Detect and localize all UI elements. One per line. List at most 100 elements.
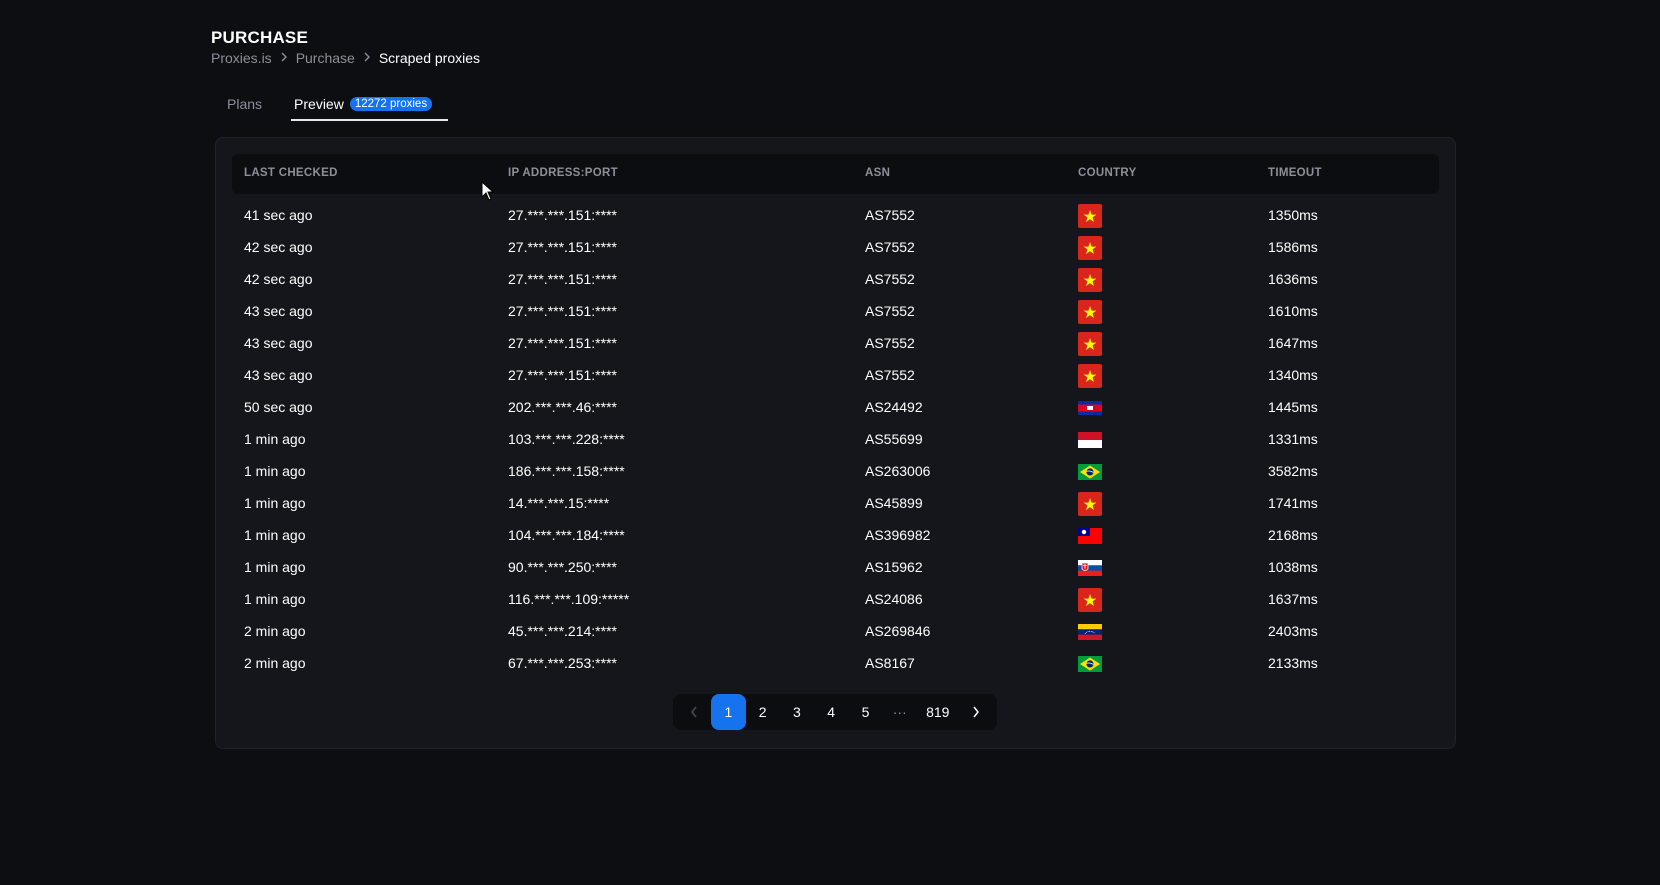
page-button-last[interactable]: 819 (917, 694, 959, 730)
column-header-timeout: TIMEOUT (1268, 167, 1322, 179)
cell-ip-address: 14.***.***.15:**** (508, 495, 610, 511)
cell-ip-address: 116.***.***.109:***** (508, 591, 630, 607)
cell-asn: AS8167 (865, 655, 915, 671)
chevron-left-icon[interactable] (677, 694, 711, 730)
cell-last-checked: 42 sec ago (244, 271, 313, 287)
cell-asn: AS7552 (865, 207, 915, 223)
cell-ip-address: 45.***.***.214:**** (508, 623, 617, 639)
cell-ip-address: 202.***.***.46:**** (508, 399, 617, 415)
column-header-asn: ASN (865, 167, 891, 179)
chevron-right-icon[interactable] (959, 694, 993, 730)
table-row: 1 min ago 116.***.***.109:***** AS24086 163… (232, 584, 1439, 616)
venezuela-flag-icon (1078, 620, 1102, 644)
vietnam-flag-icon (1078, 268, 1102, 292)
slovakia-flag-icon (1078, 556, 1102, 580)
cell-asn: AS24492 (865, 399, 923, 415)
cell-asn: AS24086 (865, 591, 923, 607)
table-row: 1 min ago 103.***.***.228:**** AS55699 1331… (232, 424, 1439, 456)
cell-last-checked: 1 min ago (244, 591, 306, 607)
vietnam-flag-icon (1078, 332, 1102, 356)
cell-asn: AS7552 (865, 367, 915, 383)
page-header: PURCHASE Proxies.is Purchase Scraped pro… (211, 28, 480, 66)
cell-asn: AS269846 (865, 623, 931, 639)
table-row: 2 min ago 67.***.***.253:**** AS8167 2133ms (232, 648, 1439, 680)
cell-ip-address: 104.***.***.184:**** (508, 527, 625, 543)
vietnam-flag-icon (1078, 364, 1102, 388)
cell-ip-address: 103.***.***.228:**** (508, 431, 625, 447)
page-ellipsis: ··· (892, 704, 907, 720)
cell-last-checked: 1 min ago (244, 431, 306, 447)
breadcrumb-item-home[interactable]: Proxies.is (211, 50, 272, 66)
chevron-right-icon (280, 51, 288, 65)
taiwan-flag-icon (1078, 524, 1102, 548)
tab-bar: Plans Preview 12272 proxies (211, 94, 449, 121)
column-header-ip-address: IP ADDRESS:PORT (508, 167, 618, 179)
page-button-5[interactable]: 5 (848, 694, 882, 730)
tab-plans-label: Plans (227, 96, 263, 112)
proxy-table-card: LAST CHECKED IP ADDRESS:PORT ASN COUNTRY… (215, 137, 1456, 749)
cell-last-checked: 50 sec ago (244, 399, 313, 415)
cell-last-checked: 1 min ago (244, 495, 306, 511)
breadcrumb: Proxies.is Purchase Scraped proxies (211, 50, 480, 66)
vietnam-flag-icon (1078, 300, 1102, 324)
table-header: LAST CHECKED IP ADDRESS:PORT ASN COUNTRY… (232, 154, 1439, 194)
column-header-last-checked: LAST CHECKED (244, 167, 338, 179)
brazil-flag-icon (1078, 460, 1102, 484)
cell-ip-address: 27.***.***.151:**** (508, 271, 617, 287)
cell-timeout: 1636ms (1268, 271, 1318, 287)
table-row: 43 sec ago 27.***.***.151:**** AS7552 1647m… (232, 328, 1439, 360)
breadcrumb-item-purchase[interactable]: Purchase (296, 50, 355, 66)
cell-timeout: 1340ms (1268, 367, 1318, 383)
page-title: PURCHASE (211, 28, 309, 47)
cell-asn: AS396982 (865, 527, 931, 543)
tab-plans[interactable]: Plans (211, 94, 278, 121)
pagination: 1 2 3 4 5 ··· 819 (673, 694, 997, 730)
cell-last-checked: 2 min ago (244, 623, 306, 639)
table-row: 1 min ago 104.***.***.184:**** AS396982 216… (232, 520, 1439, 552)
vietnam-flag-icon (1078, 236, 1102, 260)
cell-ip-address: 27.***.***.151:**** (508, 239, 617, 255)
page-button-3[interactable]: 3 (780, 694, 814, 730)
cell-last-checked: 1 min ago (244, 463, 306, 479)
vietnam-flag-icon (1078, 492, 1102, 516)
cell-ip-address: 186.***.***.158:**** (508, 463, 625, 479)
vietnam-flag-icon (1078, 204, 1102, 228)
cell-last-checked: 43 sec ago (244, 335, 313, 351)
cell-timeout: 3582ms (1268, 463, 1318, 479)
cell-timeout: 1445ms (1268, 399, 1318, 415)
cell-asn: AS7552 (865, 335, 915, 351)
cell-ip-address: 90.***.***.250:**** (508, 559, 617, 575)
cell-ip-address: 27.***.***.151:**** (508, 367, 617, 383)
table-row: 42 sec ago 27.***.***.151:**** AS7552 1636m… (232, 264, 1439, 296)
cell-asn: AS55699 (865, 431, 923, 447)
page: PURCHASE Proxies.is Purchase Scraped pro… (0, 0, 1660, 885)
table-row: 42 sec ago 27.***.***.151:**** AS7552 1586m… (232, 232, 1439, 264)
cell-timeout: 2133ms (1268, 655, 1318, 671)
vietnam-flag-icon (1078, 588, 1102, 612)
cell-last-checked: 2 min ago (244, 655, 306, 671)
table-body: 41 sec ago 27.***.***.151:**** AS7552 1350m… (232, 200, 1439, 680)
cell-asn: AS45899 (865, 495, 923, 511)
table-row: 41 sec ago 27.***.***.151:**** AS7552 1350m… (232, 200, 1439, 232)
tab-preview-label: Preview (294, 96, 344, 112)
table-row: 50 sec ago 202.***.***.46:**** AS24492 1445… (232, 392, 1439, 424)
cell-timeout: 1038ms (1268, 559, 1318, 575)
cell-last-checked: 43 sec ago (244, 367, 313, 383)
chevron-right-icon (363, 51, 371, 65)
indonesia-flag-icon (1078, 428, 1102, 452)
table-row: 1 min ago 14.***.***.15:**** AS45899 1741ms (232, 488, 1439, 520)
cell-asn: AS263006 (865, 463, 931, 479)
page-button-2[interactable]: 2 (746, 694, 780, 730)
page-button-4[interactable]: 4 (814, 694, 848, 730)
cell-asn: AS15962 (865, 559, 923, 575)
cell-timeout: 2403ms (1268, 623, 1318, 639)
cell-timeout: 2168ms (1268, 527, 1318, 543)
cell-last-checked: 1 min ago (244, 559, 306, 575)
cambodia-flag-icon (1078, 396, 1102, 420)
tab-preview[interactable]: Preview 12272 proxies (278, 94, 449, 121)
brazil-flag-icon (1078, 652, 1102, 676)
cell-last-checked: 1 min ago (244, 527, 306, 543)
page-button-1[interactable]: 1 (711, 694, 746, 730)
cell-ip-address: 27.***.***.151:**** (508, 303, 617, 319)
cell-ip-address: 27.***.***.151:**** (508, 335, 617, 351)
